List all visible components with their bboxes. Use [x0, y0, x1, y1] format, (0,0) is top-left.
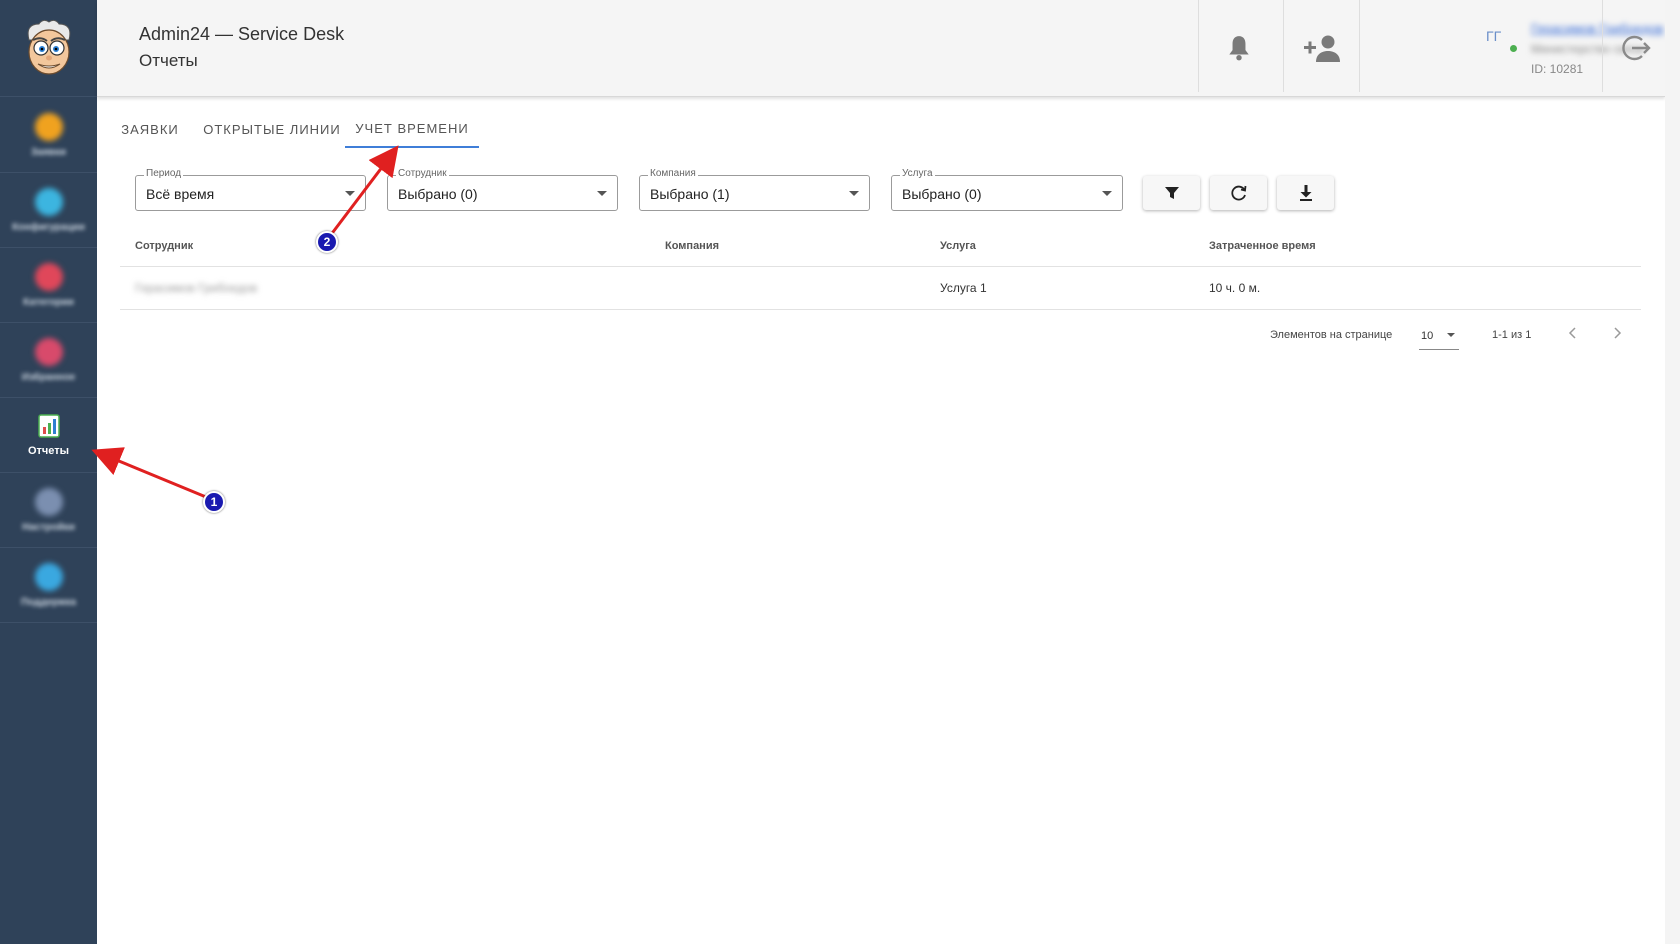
avatar[interactable]: ГГ	[1486, 28, 1501, 44]
chevron-down-icon	[849, 191, 859, 196]
header-divider	[1198, 0, 1199, 92]
sidebar-item-support[interactable]: Поддержка	[0, 548, 97, 623]
sidebar-item-label: Поддержка	[20, 596, 77, 608]
report-icon	[37, 414, 60, 438]
column-header-company[interactable]: Компания	[665, 240, 719, 252]
download-button[interactable]	[1277, 176, 1334, 210]
app-root: Заявки Конфигурации Категории Избранное …	[0, 0, 1680, 944]
cell-time: 10 ч. 0 м.	[1209, 281, 1261, 295]
mascot-logo-icon	[27, 19, 70, 75]
app-title: Admin24 — Service Desk	[139, 24, 345, 44]
chevron-down-icon	[1447, 333, 1455, 337]
support-icon	[34, 562, 63, 591]
per-page-value: 10	[1421, 330, 1434, 342]
page-title: Отчеты	[139, 51, 198, 70]
sidebar-item-categories[interactable]: Категории	[0, 248, 97, 323]
scrollbar[interactable]	[1665, 0, 1680, 944]
annotation-marker-2: 2	[316, 231, 338, 253]
refresh-icon	[1230, 185, 1246, 201]
table-divider	[120, 266, 1641, 267]
cell-service: Услуга 1	[940, 281, 987, 295]
folder-icon	[34, 112, 63, 141]
logo[interactable]	[0, 0, 97, 97]
column-header-service[interactable]: Услуга	[940, 240, 976, 252]
annotation-marker-1: 1	[203, 491, 225, 513]
tab-requests[interactable]: Заявки	[120, 110, 180, 148]
user-id: ID: 10281	[1531, 62, 1584, 76]
page-range: 1-1 из 1	[1492, 329, 1532, 341]
service-value: Выбрано (0)	[902, 186, 982, 202]
service-select[interactable]: Услуга Выбрано (0)	[891, 168, 1123, 211]
header-divider	[1359, 0, 1360, 92]
sidebar-item-label: Отчеты	[27, 445, 70, 457]
chevron-down-icon	[1102, 191, 1112, 196]
company-value: Выбрано (1)	[650, 186, 730, 202]
sidebar-item-label: Настройки	[22, 521, 75, 533]
chevron-left-icon	[1568, 327, 1576, 339]
column-header-employee[interactable]: Сотрудник	[135, 240, 193, 252]
chevron-down-icon	[597, 191, 607, 196]
tab-open-lines[interactable]: Открытые линии	[202, 110, 342, 148]
online-status-dot	[1510, 45, 1517, 52]
sidebar-item-label: Категории	[23, 296, 74, 308]
add-user-button[interactable]	[1300, 28, 1346, 68]
header-divider	[1602, 0, 1603, 92]
sidebar: Заявки Конфигурации Категории Избранное …	[0, 0, 97, 944]
filter-button[interactable]	[1143, 176, 1200, 210]
arrow-to-reports	[91, 447, 207, 499]
sidebar-item-label: Конфигурации	[12, 221, 85, 233]
chevron-down-icon	[345, 191, 355, 196]
company-label: Компания	[648, 168, 698, 179]
prev-page-button[interactable]	[1568, 324, 1578, 345]
next-page-button[interactable]	[1612, 324, 1622, 345]
chevron-right-icon	[1614, 327, 1622, 339]
download-icon	[1299, 185, 1312, 201]
top-header: Admin24 — Service Desk Отчеты ГГ Герасим…	[97, 0, 1665, 97]
bell-icon	[1229, 36, 1249, 61]
sidebar-item-settings[interactable]: Настройки	[0, 473, 97, 548]
logout-icon	[1622, 35, 1651, 61]
add-user-icon	[1304, 35, 1340, 62]
refresh-button[interactable]	[1210, 176, 1267, 210]
service-label: Услуга	[900, 168, 935, 179]
notifications-button[interactable]	[1219, 28, 1259, 68]
sidebar-item-configurations[interactable]: Конфигурации	[0, 173, 97, 248]
sidebar-item-favorites[interactable]: Избранное	[0, 323, 97, 398]
period-label: Период	[144, 168, 184, 179]
logout-button[interactable]	[1616, 28, 1656, 68]
employee-select[interactable]: Сотрудник Выбрано (0)	[387, 168, 618, 211]
period-value: Всё время	[146, 186, 215, 202]
category-icon	[34, 262, 63, 291]
sidebar-item-label: Заявки	[31, 146, 66, 158]
employee-value: Выбрано (0)	[398, 186, 478, 202]
employee-label: Сотрудник	[396, 168, 449, 179]
sidebar-item-label: Избранное	[21, 371, 76, 383]
column-header-time[interactable]: Затраченное время	[1209, 240, 1316, 252]
period-select[interactable]: Период Всё время	[135, 168, 366, 211]
tab-time-tracking[interactable]: Учет времени	[345, 110, 479, 148]
cell-employee: Герасимов Грибоедов	[135, 281, 258, 295]
header-divider	[1283, 0, 1284, 92]
heart-icon	[34, 337, 63, 366]
per-page-select[interactable]: 10	[1419, 324, 1459, 350]
table-divider	[120, 309, 1641, 310]
globe-icon	[34, 187, 63, 216]
filter-icon	[1164, 187, 1179, 199]
sidebar-item-requests[interactable]: Заявки	[0, 98, 97, 173]
company-select[interactable]: Компания Выбрано (1)	[639, 168, 870, 211]
per-page-label: Элементов на странице	[1270, 329, 1393, 341]
settings-icon	[34, 487, 63, 516]
sidebar-item-reports[interactable]: Отчеты	[0, 398, 97, 473]
